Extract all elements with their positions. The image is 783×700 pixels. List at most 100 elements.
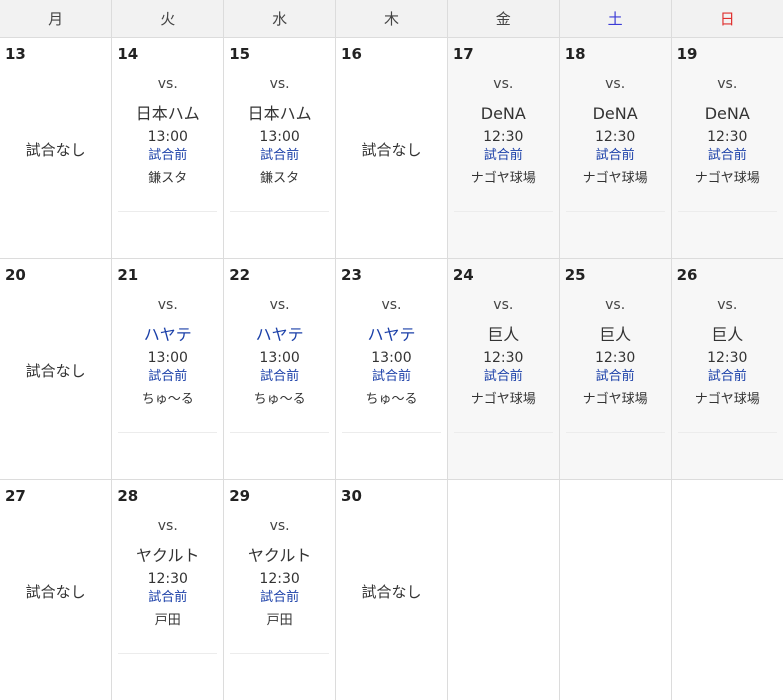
- day-cell[interactable]: 23 vs. ハヤテ 13:00 試合前 ちゅ～る: [336, 259, 448, 480]
- opponent-name: 巨人: [560, 324, 671, 346]
- day-number: 28: [117, 487, 138, 505]
- game-entry[interactable]: vs. ハヤテ 13:00 試合前 ちゅ～る: [336, 295, 447, 408]
- game-entry[interactable]: vs. DeNA 12:30 試合前 ナゴヤ球場: [448, 74, 559, 187]
- opponent-name: ハヤテ: [336, 324, 447, 346]
- no-game-label: 試合なし: [0, 360, 111, 381]
- game-entry[interactable]: vs. ヤクルト 12:30 試合前 戸田: [224, 516, 335, 629]
- day-cell[interactable]: 14 vs. 日本ハム 13:00 試合前 鎌スタ: [112, 38, 224, 259]
- day-cell[interactable]: 19 vs. DeNA 12:30 試合前 ナゴヤ球場: [671, 38, 783, 259]
- day-number: 27: [5, 487, 26, 505]
- day-cell[interactable]: 18 vs. DeNA 12:30 試合前 ナゴヤ球場: [559, 38, 671, 259]
- game-time: 13:00: [224, 129, 335, 145]
- game-status-link[interactable]: 試合前: [448, 148, 559, 164]
- divider: [230, 211, 329, 212]
- day-number: 19: [677, 45, 698, 63]
- no-game-label: 試合なし: [0, 581, 111, 602]
- day-cell[interactable]: 26 vs. 巨人 12:30 試合前 ナゴヤ球場: [671, 259, 783, 480]
- vs-label: vs.: [672, 74, 783, 94]
- game-time: 12:30: [448, 350, 559, 366]
- day-cell: 16 試合なし: [336, 38, 448, 259]
- game-entry[interactable]: vs. ヤクルト 12:30 試合前 戸田: [112, 516, 223, 629]
- day-number: 21: [117, 266, 138, 284]
- divider: [566, 211, 665, 212]
- game-calendar: 月 火 水 木 金 土 日 13 試合なし 14 vs.: [0, 0, 783, 699]
- vs-label: vs.: [672, 295, 783, 315]
- divider: [454, 432, 553, 433]
- game-status-link[interactable]: 試合前: [224, 590, 335, 606]
- weekday-header-row: 月 火 水 木 金 土 日: [0, 0, 783, 38]
- day-cell: 13 試合なし: [0, 38, 112, 259]
- game-entry[interactable]: vs. DeNA 12:30 試合前 ナゴヤ球場: [672, 74, 783, 187]
- game-status-link[interactable]: 試合前: [336, 369, 447, 385]
- day-cell[interactable]: 24 vs. 巨人 12:30 試合前 ナゴヤ球場: [447, 259, 559, 480]
- divider: [230, 653, 329, 654]
- vs-label: vs.: [560, 74, 671, 94]
- venue-name: ナゴヤ球場: [672, 171, 783, 187]
- divider: [678, 211, 777, 212]
- divider: [230, 432, 329, 433]
- game-status-link[interactable]: 試合前: [112, 369, 223, 385]
- divider: [118, 653, 217, 654]
- day-number: 20: [5, 266, 26, 284]
- venue-name: ちゅ～る: [112, 392, 223, 408]
- game-entry[interactable]: vs. DeNA 12:30 試合前 ナゴヤ球場: [560, 74, 671, 187]
- game-status-link[interactable]: 試合前: [112, 590, 223, 606]
- game-entry[interactable]: vs. 巨人 12:30 試合前 ナゴヤ球場: [448, 295, 559, 408]
- game-status-link[interactable]: 試合前: [560, 369, 671, 385]
- opponent-name: 日本ハム: [112, 103, 223, 125]
- day-cell[interactable]: 28 vs. ヤクルト 12:30 試合前 戸田: [112, 480, 224, 700]
- game-entry[interactable]: vs. 日本ハム 13:00 試合前 鎌スタ: [112, 74, 223, 187]
- day-cell[interactable]: 22 vs. ハヤテ 13:00 試合前 ちゅ～る: [224, 259, 336, 480]
- no-game-label: 試合なし: [336, 139, 447, 160]
- vs-label: vs.: [224, 295, 335, 315]
- no-game-label: 試合なし: [336, 581, 447, 602]
- game-status-link[interactable]: 試合前: [112, 148, 223, 164]
- empty-day-cell: [559, 480, 671, 700]
- divider: [118, 432, 217, 433]
- day-cell[interactable]: 21 vs. ハヤテ 13:00 試合前 ちゅ～る: [112, 259, 224, 480]
- game-status-link[interactable]: 試合前: [560, 148, 671, 164]
- game-status-link[interactable]: 試合前: [224, 148, 335, 164]
- weekday-thu: 木: [336, 0, 448, 38]
- venue-name: ちゅ～る: [336, 392, 447, 408]
- opponent-name: DeNA: [448, 103, 559, 125]
- divider: [454, 211, 553, 212]
- venue-name: 鎌スタ: [224, 171, 335, 187]
- day-number: 25: [565, 266, 586, 284]
- game-entry[interactable]: vs. 巨人 12:30 試合前 ナゴヤ球場: [560, 295, 671, 408]
- calendar-grid: 月 火 水 木 金 土 日 13 試合なし 14 vs.: [0, 0, 783, 700]
- day-number: 23: [341, 266, 362, 284]
- divider: [678, 432, 777, 433]
- opponent-name: 日本ハム: [224, 103, 335, 125]
- venue-name: ナゴヤ球場: [672, 392, 783, 408]
- game-status-link[interactable]: 試合前: [224, 369, 335, 385]
- game-status-link[interactable]: 試合前: [448, 369, 559, 385]
- vs-label: vs.: [336, 295, 447, 315]
- vs-label: vs.: [448, 295, 559, 315]
- day-cell[interactable]: 17 vs. DeNA 12:30 試合前 ナゴヤ球場: [447, 38, 559, 259]
- day-number: 18: [565, 45, 586, 63]
- divider: [118, 211, 217, 212]
- divider: [566, 432, 665, 433]
- venue-name: ナゴヤ球場: [448, 171, 559, 187]
- day-cell[interactable]: 15 vs. 日本ハム 13:00 試合前 鎌スタ: [224, 38, 336, 259]
- day-cell[interactable]: 25 vs. 巨人 12:30 試合前 ナゴヤ球場: [559, 259, 671, 480]
- game-status-link[interactable]: 試合前: [672, 369, 783, 385]
- game-entry[interactable]: vs. 巨人 12:30 試合前 ナゴヤ球場: [672, 295, 783, 408]
- empty-day-cell: [447, 480, 559, 700]
- opponent-name: DeNA: [672, 103, 783, 125]
- day-number: 13: [5, 45, 26, 63]
- day-number: 22: [229, 266, 250, 284]
- game-entry[interactable]: vs. ハヤテ 13:00 試合前 ちゅ～る: [224, 295, 335, 408]
- game-time: 12:30: [672, 350, 783, 366]
- day-cell[interactable]: 29 vs. ヤクルト 12:30 試合前 戸田: [224, 480, 336, 700]
- day-number: 24: [453, 266, 474, 284]
- week-row: 20 試合なし 21 vs. ハヤテ 13:00 試合前 ちゅ～る 22: [0, 259, 783, 480]
- game-entry[interactable]: vs. ハヤテ 13:00 試合前 ちゅ～る: [112, 295, 223, 408]
- day-number: 30: [341, 487, 362, 505]
- game-entry[interactable]: vs. 日本ハム 13:00 試合前 鎌スタ: [224, 74, 335, 187]
- vs-label: vs.: [448, 74, 559, 94]
- game-status-link[interactable]: 試合前: [672, 148, 783, 164]
- no-game-label: 試合なし: [0, 139, 111, 160]
- opponent-name: ヤクルト: [224, 545, 335, 567]
